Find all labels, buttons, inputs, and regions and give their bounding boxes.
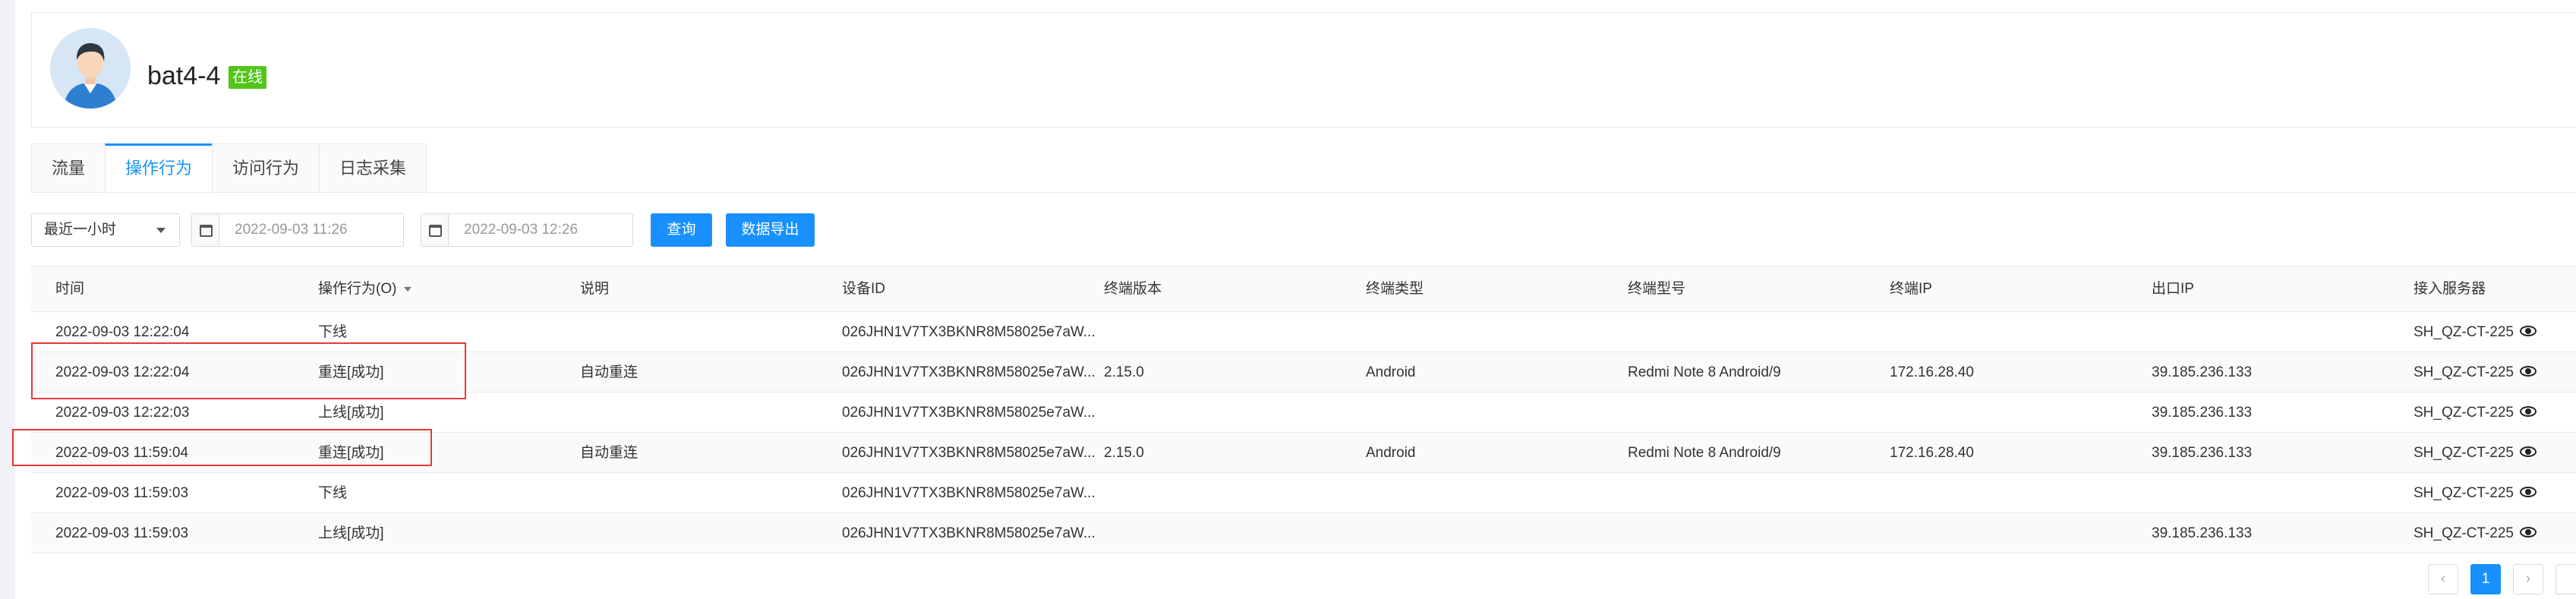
cell-ip: 172.16.28.40 — [1890, 364, 1974, 380]
cell-device-id: 026JHN1V7TX3BKNR8M58025e7aW... — [842, 364, 1096, 380]
tab-divider — [31, 192, 2576, 193]
table-row: 2022-09-03 11:59:03 下线 026JHN1V7TX3BKNR8… — [31, 473, 2576, 513]
cell-time: 2022-09-03 11:59:03 — [55, 525, 189, 541]
cell-action: 上线[成功] — [318, 525, 384, 541]
app-root: bat4-4 在线 流量 操作行为 访问行为 日志采集 最近一小时 2022-0… — [0, 0, 2576, 599]
status-badge: 在线 — [229, 66, 266, 89]
col-exit-ip: 出口IP — [2152, 281, 2194, 297]
operation-table: 时间 操作行为(O) 说明 设备ID 终端版本 终端类型 终端型号 终端IP 出… — [31, 266, 2576, 553]
cell-version: 2.15.0 — [1104, 364, 1144, 380]
eye-icon[interactable] — [2519, 487, 2537, 498]
col-device-id: 设备ID — [842, 281, 886, 297]
time-range-value: 最近一小时 — [44, 222, 117, 238]
cell-ip: 172.16.28.40 — [1890, 445, 1974, 461]
tab-access-behavior[interactable]: 访问行为 — [212, 143, 320, 192]
cell-exit-ip: 39.185.236.133 — [2152, 445, 2253, 461]
cell-type: Android — [1366, 445, 1416, 461]
eye-icon[interactable] — [2519, 446, 2537, 458]
tab-traffic[interactable]: 流量 — [31, 143, 106, 192]
page-1-button[interactable]: 1 — [2470, 564, 2501, 594]
calendar-icon — [200, 225, 213, 237]
calendar-addon — [191, 213, 219, 247]
server-name: SH_QZ-CT-225 — [2414, 364, 2514, 380]
cell-server: SH_QZ-CT-225 — [2414, 393, 2537, 433]
server-name: SH_QZ-CT-225 — [2414, 405, 2514, 421]
col-ip: 终端IP — [1890, 281, 1932, 297]
calendar-icon — [429, 225, 442, 237]
server-name: SH_QZ-CT-225 — [2414, 485, 2514, 501]
col-version: 终端版本 — [1104, 281, 1162, 297]
cell-device-id: 026JHN1V7TX3BKNR8M58025e7aW... — [842, 525, 1096, 541]
left-gutter — [0, 0, 15, 599]
cell-exit-ip: 39.185.236.133 — [2152, 525, 2253, 541]
avatar-icon — [50, 28, 131, 109]
calendar-addon — [421, 213, 448, 247]
cell-action: 下线 — [318, 485, 348, 501]
time-range-select[interactable]: 最近一小时 — [31, 213, 180, 247]
table-row: 2022-09-03 11:59:03 上线[成功] 026JHN1V7TX3B… — [31, 513, 2576, 553]
cell-server: SH_QZ-CT-225 — [2414, 433, 2537, 473]
col-action-label: 操作行为(O) — [318, 281, 397, 297]
cell-version: 2.15.0 — [1104, 445, 1144, 461]
cell-exit-ip: 39.185.236.133 — [2152, 405, 2253, 421]
start-date-picker[interactable]: 2022-09-03 11:26 — [191, 213, 404, 247]
cell-model: Redmi Note 8 Android/9 — [1628, 364, 1781, 380]
table-header: 时间 操作行为(O) 说明 设备ID 终端版本 终端类型 终端型号 终端IP 出… — [31, 266, 2576, 312]
end-date-input[interactable]: 2022-09-03 12:26 — [448, 213, 633, 247]
cell-server: SH_QZ-CT-225 — [2414, 473, 2537, 513]
col-description: 说明 — [580, 281, 610, 297]
cell-description: 自动重连 — [580, 445, 638, 461]
caret-down-icon — [156, 228, 166, 233]
device-name: bat4-4 — [147, 61, 221, 90]
cell-device-id: 026JHN1V7TX3BKNR8M58025e7aW... — [842, 485, 1096, 501]
col-action[interactable]: 操作行为(O) — [318, 266, 412, 312]
col-time: 时间 — [55, 281, 85, 297]
tab-log-collection[interactable]: 日志采集 — [319, 143, 427, 192]
prev-page-button[interactable]: ‹ — [2428, 564, 2458, 594]
cell-description: 自动重连 — [580, 364, 638, 380]
tab-bar: 流量 操作行为 访问行为 日志采集 — [31, 143, 427, 192]
server-name: SH_QZ-CT-225 — [2414, 445, 2514, 461]
cell-server: SH_QZ-CT-225 — [2414, 312, 2537, 352]
cell-server: SH_QZ-CT-225 — [2414, 513, 2537, 553]
query-button[interactable]: 查询 — [651, 213, 712, 247]
cell-exit-ip: 39.185.236.133 — [2152, 364, 2253, 380]
col-server: 接入服务器 — [2414, 281, 2486, 297]
cell-device-id: 026JHN1V7TX3BKNR8M58025e7aW... — [842, 445, 1096, 461]
cell-server: SH_QZ-CT-225 — [2414, 352, 2537, 393]
highlight-box — [31, 342, 466, 399]
avatar — [50, 28, 131, 109]
export-button[interactable]: 数据导出 — [726, 213, 815, 247]
cell-type: Android — [1366, 364, 1416, 380]
highlight-box — [12, 429, 432, 466]
eye-icon[interactable] — [2519, 527, 2537, 538]
tab-operation-behavior[interactable]: 操作行为 — [105, 143, 213, 192]
cell-device-id: 026JHN1V7TX3BKNR8M58025e7aW... — [842, 405, 1096, 421]
col-type: 终端类型 — [1366, 281, 1424, 297]
col-model: 终端型号 — [1628, 281, 1686, 297]
end-date-picker[interactable]: 2022-09-03 12:26 — [421, 213, 633, 247]
sort-icon[interactable] — [404, 286, 412, 292]
cell-device-id: 026JHN1V7TX3BKNR8M58025e7aW... — [842, 324, 1096, 340]
server-name: SH_QZ-CT-225 — [2414, 324, 2514, 340]
device-header: bat4-4 在线 — [31, 12, 2576, 128]
server-name: SH_QZ-CT-225 — [2414, 525, 2514, 541]
eye-icon[interactable] — [2519, 326, 2537, 337]
start-date-input[interactable]: 2022-09-03 11:26 — [219, 213, 404, 247]
cell-time: 2022-09-03 11:59:03 — [55, 485, 189, 501]
next-page-button[interactable]: › — [2513, 564, 2543, 594]
eye-icon[interactable] — [2519, 366, 2537, 377]
page-size-select[interactable] — [2556, 564, 2576, 594]
cell-model: Redmi Note 8 Android/9 — [1628, 445, 1781, 461]
eye-icon[interactable] — [2519, 406, 2537, 418]
